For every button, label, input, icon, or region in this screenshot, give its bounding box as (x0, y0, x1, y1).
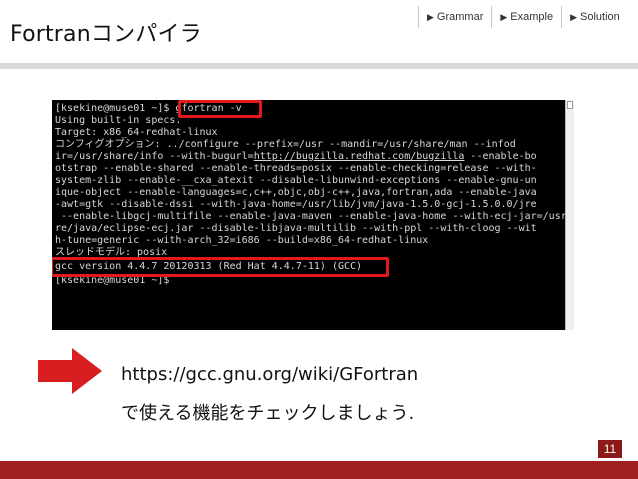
terminal-line: -awt=gtk --disable-dssi --with-java-home… (55, 199, 537, 210)
terminal-scrollbar[interactable] (565, 100, 574, 330)
nav-solution-label: Solution (580, 11, 620, 23)
terminal-url-link[interactable]: http://bugzilla.redhat.com/bugzilla (254, 151, 465, 162)
nav-grammar-label: Grammar (436, 11, 484, 23)
page-number: 11 (598, 440, 622, 458)
terminal-line: system-zlib --enable-__cxa_atexit --disa… (55, 175, 537, 186)
version-highlight-box (52, 257, 389, 277)
terminal-line: h-tune=generic --with-arch_32=i686 --bui… (55, 235, 429, 246)
triangle-right-icon: ▶ (500, 11, 508, 22)
terminal-url-suffix: --enable-bo (464, 151, 537, 162)
nav-bar: ▶ Grammar ▶ Example ▶ Solution (418, 6, 638, 28)
terminal-line: Target: x86_64-redhat-linux (55, 127, 218, 138)
gfortran-url[interactable]: https://gcc.gnu.org/wiki/GFortran (121, 364, 418, 385)
terminal-url-prefix: ir=/usr/share/info --with-bugurl= (55, 151, 254, 162)
terminal-line: otstrap --enable-shared --enable-threads… (55, 163, 537, 174)
nav-grammar[interactable]: ▶ Grammar (418, 6, 491, 28)
terminal-prompt: [ksekine@muse01 ~]$ (55, 103, 176, 114)
terminal-line: re/java/eclipse-ecj.jar --disable-libjav… (55, 223, 537, 234)
terminal-line: コンフィグオプション: ../configure --prefix=/usr -… (55, 139, 516, 150)
scrollbar-thumb[interactable] (567, 101, 573, 109)
nav-solution[interactable]: ▶ Solution (561, 6, 628, 28)
nav-example[interactable]: ▶ Example (491, 6, 561, 28)
command-highlight-box (178, 100, 262, 118)
nav-example-label: Example (510, 11, 554, 23)
terminal-line-url: ir=/usr/share/info --with-bugurl=http://… (55, 151, 537, 163)
footer-bar (0, 461, 638, 479)
triangle-right-icon: ▶ (570, 11, 578, 22)
header-divider (0, 63, 638, 69)
terminal-screenshot: [ksekine@muse01 ~]$ gfortran -v Using bu… (52, 100, 565, 330)
slide-title: Fortranコンパイラ (10, 22, 202, 47)
caption-text: で使える機能をチェックしましょう. (121, 403, 415, 424)
triangle-right-icon: ▶ (427, 11, 434, 22)
terminal-line: Using built-in specs. (55, 115, 182, 126)
terminal-line: ique-object --enable-languages=c,c++,obj… (55, 187, 537, 198)
arrow-right-icon (38, 348, 102, 394)
terminal-line: --enable-libgcj-multifile --enable-java-… (55, 211, 565, 222)
